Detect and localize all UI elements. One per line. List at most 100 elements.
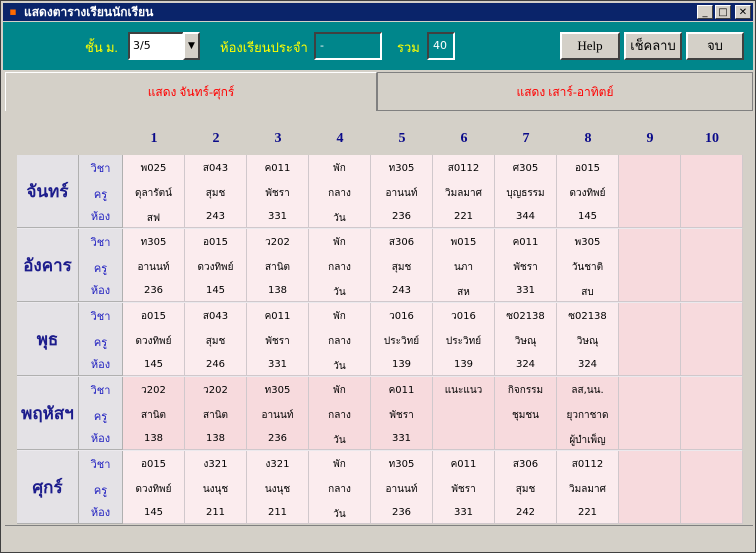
schedule-cell[interactable]: พัก กลาง วัน <box>309 155 371 228</box>
cell-teacher: ดวงทิพย์ <box>197 262 234 273</box>
schedule-cell[interactable]: ท305 อานนท์ 236 <box>247 377 309 450</box>
title-bar[interactable]: ▪ แสดงตารางเรียนนักเรียน _ □ ✕ <box>3 3 753 21</box>
close-button[interactable]: ✕ <box>735 5 751 19</box>
cell-teacher: สุมช <box>205 336 226 347</box>
tab-weekdays[interactable]: แสดง จันทร์-ศุกร์ <box>5 72 377 111</box>
schedule-cell[interactable] <box>619 451 681 524</box>
schedule-cell[interactable]: ว202 สานิต 138 <box>247 229 309 302</box>
schedule-cell[interactable]: ค011 พัชรา 331 <box>247 303 309 376</box>
schedule-cell[interactable]: อ015 ดวงทิพย์ 145 <box>123 451 185 524</box>
schedule-cell[interactable] <box>619 303 681 376</box>
cell-room: 236 <box>143 285 164 296</box>
period-header-4: 4 <box>336 131 344 146</box>
minimize-button[interactable]: _ <box>697 5 713 19</box>
cell-room: 138 <box>205 433 226 444</box>
cell-room: สบ <box>581 287 594 298</box>
class-combo-input[interactable]: 3/5 <box>128 32 184 60</box>
schedule-cell[interactable]: ว202 สานิต 138 <box>123 377 185 450</box>
schedule-cell[interactable]: อ015 ดวงทิพย์ 145 <box>123 303 185 376</box>
row-label-teacher: ครู <box>93 411 108 423</box>
cell-subject: ศ305 <box>512 163 539 174</box>
schedule-cell[interactable]: ง321 นงนุช 211 <box>247 451 309 524</box>
schedule-cell[interactable]: ส306 สุมช 242 <box>495 451 557 524</box>
cell-room: 139 <box>453 359 474 370</box>
schedule-cell[interactable]: อ015 ดวงทิพย์ 145 <box>185 229 247 302</box>
total-label: รวม <box>397 40 420 55</box>
tab-weekend[interactable]: แสดง เสาร์-อาทิตย์ <box>377 72 753 111</box>
row-labels: วิชา ครู ห้อง <box>79 303 123 376</box>
schedule-cell[interactable]: พัก กลาง วัน <box>309 377 371 450</box>
schedule-cell[interactable]: ท305 อานนท์ 236 <box>123 229 185 302</box>
cell-teacher: นงนุช <box>264 484 291 495</box>
schedule-cell[interactable]: ส043 สุมช 243 <box>185 155 247 228</box>
schedule-cell[interactable] <box>681 155 743 228</box>
cell-room: วัน <box>333 287 346 298</box>
period-header-6: 6 <box>460 131 468 146</box>
schedule-cell[interactable]: ส0112 วิมลมาศ 221 <box>557 451 619 524</box>
schedule-cell[interactable]: พัก กลาง วัน <box>309 451 371 524</box>
schedule-cell[interactable]: พ015 นภา สห <box>433 229 495 302</box>
homeroom-field[interactable]: - <box>314 32 382 60</box>
schedule-cell[interactable]: ส043 สุมช 246 <box>185 303 247 376</box>
schedule-cell[interactable]: ซ02138 วิษณุ 324 <box>495 303 557 376</box>
cell-subject: อ015 <box>140 459 167 470</box>
cell-room: 331 <box>267 211 288 222</box>
schedule-cell[interactable]: ง321 นงนุช 211 <box>185 451 247 524</box>
schedule-cell[interactable] <box>619 155 681 228</box>
cell-room: 221 <box>453 211 474 222</box>
class-dropdown-button[interactable]: ▼ <box>183 32 200 60</box>
cell-subject: ส043 <box>202 163 229 174</box>
schedule-cell[interactable]: ค011 พัชรา 331 <box>371 377 433 450</box>
schedule-cell[interactable]: ว202 สานิต 138 <box>185 377 247 450</box>
period-header-1: 1 <box>150 131 158 146</box>
schedule-cell[interactable]: ส0112 วิมลมาศ 221 <box>433 155 495 228</box>
cell-subject: ลส,นน. <box>571 385 604 396</box>
toolbar: ชั้น ม. 3/5 ▼ ห้องเรียนประจำ - รวม 40 He… <box>3 22 753 70</box>
cell-room: 236 <box>391 507 412 518</box>
cell-room: 145 <box>577 211 598 222</box>
cell-subject: ง321 <box>265 459 290 470</box>
schedule-cell[interactable]: พ025 ดุลารัตน์ สฟ <box>123 155 185 228</box>
schedule-cell[interactable]: ค011 พัชรา 331 <box>495 229 557 302</box>
schedule-cell[interactable]: ค011 พัชรา 331 <box>433 451 495 524</box>
schedule-cell[interactable]: ศ305 บุญธรรม 344 <box>495 155 557 228</box>
homeroom-label: ห้องเรียนประจำ <box>220 40 308 55</box>
cell-room: 331 <box>391 433 412 444</box>
period-header-5: 5 <box>398 131 406 146</box>
schedule-cell[interactable] <box>619 377 681 450</box>
schedule-cell[interactable]: ส306 สุมช 243 <box>371 229 433 302</box>
cell-teacher: ประวิทย์ <box>445 336 482 347</box>
schedule-cell[interactable] <box>681 229 743 302</box>
period-header-9: 9 <box>646 131 654 146</box>
schedule-cell[interactable] <box>619 229 681 302</box>
cell-room: 138 <box>143 433 164 444</box>
cell-subject: ส306 <box>512 459 539 470</box>
schedule-cell[interactable]: ว016 ประวิทย์ 139 <box>371 303 433 376</box>
schedule-cell[interactable] <box>681 377 743 450</box>
help-button[interactable]: Help <box>560 32 620 60</box>
schedule-cell[interactable]: ซ02138 วิษณุ 324 <box>557 303 619 376</box>
schedule-cell[interactable]: อ015 ดวงทิพย์ 145 <box>557 155 619 228</box>
schedule-cell[interactable]: ท305 อานนท์ 236 <box>371 155 433 228</box>
cell-room: สฟ <box>146 213 161 224</box>
schedule-cell[interactable]: ท305 อานนท์ 236 <box>371 451 433 524</box>
schedule-cell[interactable]: พัก กลาง วัน <box>309 303 371 376</box>
cell-room: 211 <box>267 507 288 518</box>
cell-room: วัน <box>333 435 346 446</box>
cell-teacher: ชุมชน <box>511 410 539 421</box>
cell-teacher: ยุวกาชาด <box>566 410 609 421</box>
schedule-cell[interactable]: ค011 พัชรา 331 <box>247 155 309 228</box>
check-button[interactable]: เช็คลาบ <box>624 32 682 60</box>
schedule-cell[interactable]: กิจกรรม ชุมชน <box>495 377 557 450</box>
schedule-cell[interactable] <box>681 451 743 524</box>
maximize-button[interactable]: □ <box>715 5 731 19</box>
schedule-cell[interactable] <box>681 303 743 376</box>
schedule-cell[interactable]: พัก กลาง วัน <box>309 229 371 302</box>
schedule-cell[interactable]: แนะแนว <box>433 377 495 450</box>
cell-room: 243 <box>205 211 226 222</box>
cell-room: 331 <box>267 359 288 370</box>
schedule-cell[interactable]: พ305 วันชาติ สบ <box>557 229 619 302</box>
schedule-cell[interactable]: ลส,นน. ยุวกาชาด ผู้บำเพ็ญ <box>557 377 619 450</box>
schedule-cell[interactable]: ว016 ประวิทย์ 139 <box>433 303 495 376</box>
exit-button[interactable]: จบ <box>686 32 744 60</box>
